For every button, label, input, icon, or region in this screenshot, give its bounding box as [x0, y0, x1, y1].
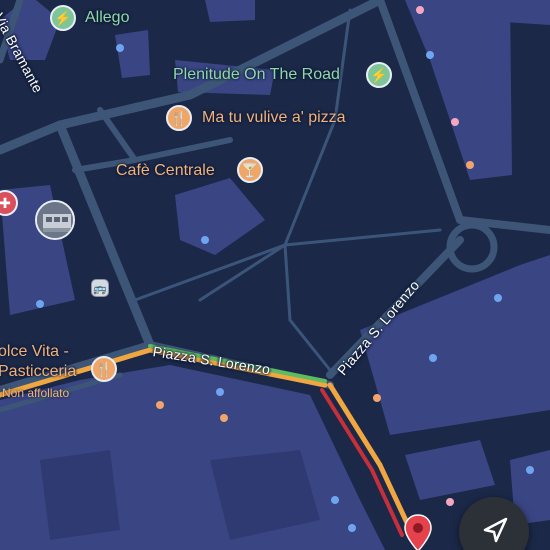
ev-charger-glyph: ⚡ — [370, 66, 388, 83]
hospital-glyph: ✚ — [0, 194, 11, 211]
ev-charger-icon[interactable]: ⚡ — [366, 62, 392, 88]
place-label-dolce-vita[interactable]: olce Vita - — [0, 343, 69, 361]
restaurant-icon[interactable]: 🍴 — [91, 356, 117, 382]
bus-stop-icon[interactable]: 🚌 — [91, 279, 109, 297]
bus-glyph: 🚌 — [93, 282, 107, 295]
ev-charger-icon[interactable]: ⚡ — [50, 5, 76, 31]
cocktail-icon[interactable]: 🍸 — [237, 157, 263, 183]
place-photo-thumbnail[interactable] — [35, 200, 75, 240]
restaurant-glyph: 🍴 — [170, 109, 188, 126]
destination-pin-icon[interactable] — [402, 513, 434, 550]
place-label-allego[interactable]: Allego — [85, 9, 129, 27]
place-label-plenitude[interactable]: Plenitude On The Road — [173, 66, 340, 84]
ev-charger-glyph: ⚡ — [54, 9, 72, 26]
place-label-cafe[interactable]: Cafè Centrale — [116, 162, 215, 180]
place-label-pasticceria[interactable]: Pasticceria — [0, 363, 76, 381]
cocktail-glyph: 🍸 — [241, 161, 259, 178]
map-view[interactable]: ⚡ Allego Plenitude On The Road ⚡ 🍴 Ma tu… — [0, 0, 550, 550]
crowd-status-label: Non affollato — [2, 386, 70, 400]
navigation-arrow-icon — [483, 517, 508, 543]
navigate-button[interactable] — [459, 497, 529, 550]
place-label-pizza[interactable]: Ma tu vulive a' pizza — [202, 109, 346, 127]
restaurant-glyph: 🍴 — [95, 360, 113, 377]
restaurant-icon[interactable]: 🍴 — [166, 105, 192, 131]
